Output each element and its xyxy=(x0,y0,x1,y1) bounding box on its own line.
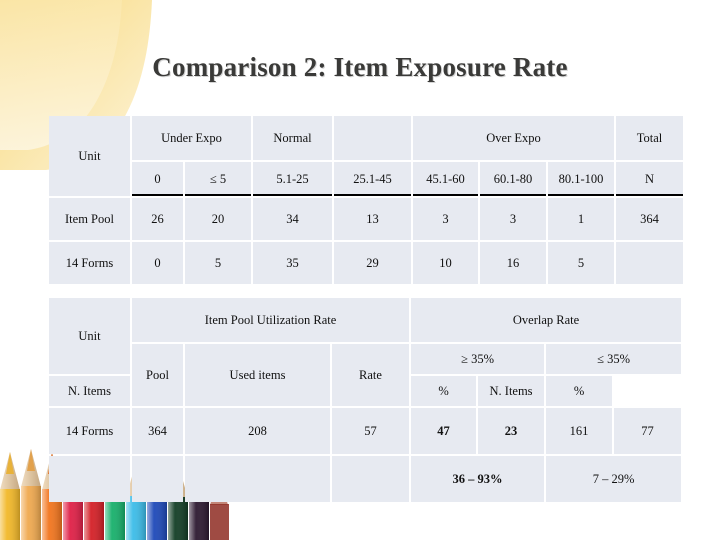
exposure-subheader-5-25: 5.1-25 xyxy=(253,162,332,196)
exposure-group-blank xyxy=(334,116,411,160)
exposure-cell: 3 xyxy=(480,198,546,240)
table-row: 14 Forms 364 208 57 47 23 161 77 xyxy=(49,408,682,454)
rates-cell-rate: 57 xyxy=(332,408,410,454)
overlap-cell-le-n-items: 161 xyxy=(546,408,613,454)
exposure-subheader-45-60: 45.1-60 xyxy=(413,162,478,196)
rates-row-label-14-forms: 14 Forms xyxy=(49,408,130,454)
table-row: Item Pool 26 20 34 13 3 3 1 364 xyxy=(49,198,684,240)
page-title: Comparison 2: Item Exposure Rate xyxy=(152,52,568,82)
rates-cell-pool: 364 xyxy=(132,408,183,454)
overlap-ge-percent-header: % xyxy=(411,376,477,406)
exposure-cell: 13 xyxy=(334,198,411,240)
exposure-cell: 5 xyxy=(548,242,615,284)
exposure-sub-header-row: 0 ≤ 5 5.1-25 25.1-45 45.1-60 60.1-80 80.… xyxy=(49,162,684,196)
table-row: 14 Forms 0 5 35 29 10 16 5 xyxy=(49,242,684,284)
exposure-cell: 0 xyxy=(132,242,183,284)
exposure-subheader-60-80: 60.1-80 xyxy=(480,162,546,196)
exposure-cell: 10 xyxy=(413,242,478,284)
rates-subheader-rate: Rate xyxy=(332,344,410,406)
overlap-summary-ge-range: 36 – 93% xyxy=(411,456,545,502)
summary-unit-cell xyxy=(49,456,130,502)
overlap-group-ge-35: ≥ 35% xyxy=(411,344,545,374)
rates-group-header-row: Unit Item Pool Utilization Rate Overlap … xyxy=(49,298,682,374)
exposure-cell: 1 xyxy=(548,198,615,240)
overlap-le-n-items-header: N. Items xyxy=(478,376,545,406)
rates-unit-header: Unit xyxy=(49,298,130,374)
exposure-row-label-item-pool: Item Pool xyxy=(49,198,130,240)
exposure-cell-total: 364 xyxy=(616,198,684,240)
exposure-subheader-le5: ≤ 5 xyxy=(185,162,251,196)
exposure-group-under-expo: Under Expo xyxy=(132,116,251,160)
exposure-subheader-80-100: 80.1-100 xyxy=(548,162,615,196)
summary-used-items-cell xyxy=(185,456,330,502)
overlap-ge-n-items-header: N. Items xyxy=(49,376,130,406)
utilization-overlap-table: Unit Item Pool Utilization Rate Overlap … xyxy=(47,296,683,504)
rates-cell-used-items: 208 xyxy=(185,408,330,454)
exposure-cell-total xyxy=(616,242,684,284)
exposure-unit-header: Unit xyxy=(49,116,130,196)
exposure-group-over-expo: Over Expo xyxy=(413,116,615,160)
overlap-cell-le-percent: 77 xyxy=(614,408,682,454)
exposure-subheader-n: N xyxy=(616,162,684,196)
exposure-group-total: Total xyxy=(616,116,684,160)
exposure-cell: 34 xyxy=(253,198,332,240)
exposure-group-normal: Normal xyxy=(253,116,332,160)
exposure-cell: 20 xyxy=(185,198,251,240)
exposure-cell: 16 xyxy=(480,242,546,284)
exposure-row-label-14-forms: 14 Forms xyxy=(49,242,130,284)
exposure-cell: 35 xyxy=(253,242,332,284)
overlap-le-percent-header: % xyxy=(546,376,613,406)
exposure-group-header-row: Unit Under Expo Normal Over Expo Total xyxy=(49,116,684,196)
summary-pool-cell xyxy=(132,456,183,502)
exposure-subheader-25-45: 25.1-45 xyxy=(334,162,411,196)
exposure-cell: 5 xyxy=(185,242,251,284)
summary-rate-cell xyxy=(332,456,410,502)
overlap-cell-ge-n-items: 47 xyxy=(411,408,477,454)
exposure-cell: 29 xyxy=(334,242,411,284)
overlap-group-le-35: ≤ 35% xyxy=(546,344,682,374)
exposure-subheader-0: 0 xyxy=(132,162,183,196)
table-row-summary: 36 – 93% 7 – 29% xyxy=(49,456,682,502)
overlap-summary-le-range: 7 – 29% xyxy=(546,456,682,502)
rates-subheader-pool: Pool xyxy=(132,344,183,406)
rates-sub-header-row-1: Pool Used items Rate ≥ 35% ≤ 35% xyxy=(49,344,682,406)
exposure-cell: 3 xyxy=(413,198,478,240)
exposure-cell: 26 xyxy=(132,198,183,240)
overlap-cell-ge-percent: 23 xyxy=(478,408,545,454)
rates-group-overlap: Overlap Rate xyxy=(411,298,682,342)
item-exposure-table: Unit Under Expo Normal Over Expo Total 0… xyxy=(47,114,685,286)
rates-subheader-used-items: Used items xyxy=(185,344,330,406)
rates-group-utilization: Item Pool Utilization Rate xyxy=(132,298,410,342)
